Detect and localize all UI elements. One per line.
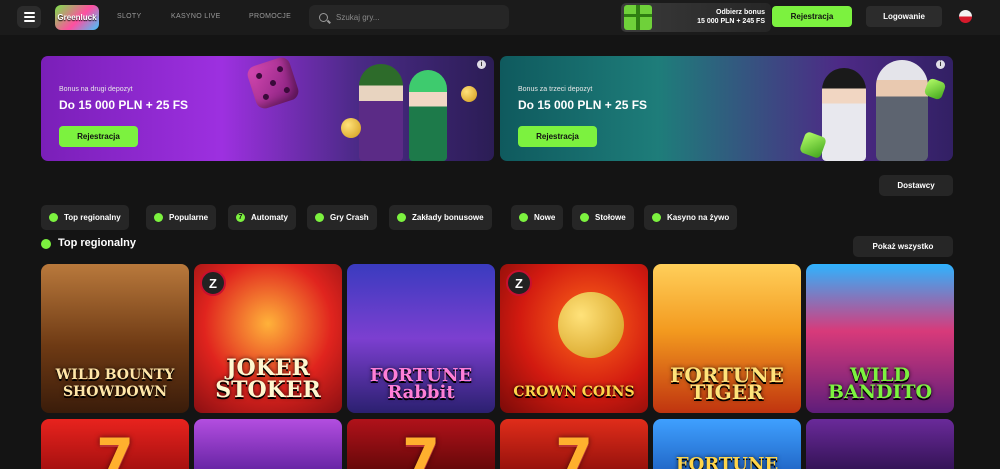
category-label: Stołowe: [595, 213, 626, 222]
bonus-offer-line1: Odbierz bonus: [716, 9, 765, 16]
category-label: Popularne: [169, 213, 209, 222]
banner-title: Do 15 000 PLN + 25 FS: [518, 98, 648, 112]
section-title: Top regionalny: [58, 237, 137, 249]
game-title: WILD BANDITO: [827, 364, 933, 403]
search-icon: [319, 12, 328, 22]
category-chip-nowe[interactable]: Nowe: [511, 205, 564, 230]
poland-flag-icon[interactable]: [959, 10, 972, 23]
fire-icon: [154, 213, 163, 222]
category-label: Zakłady bonusowe: [412, 213, 484, 222]
show-all-button[interactable]: Pokaż wszystko: [853, 236, 953, 257]
game-tile-joker-stoker[interactable]: Z JOKER STOKER: [194, 264, 342, 413]
nav-link-promocje[interactable]: PROMOCJE: [249, 13, 291, 20]
crash-icon: [315, 213, 324, 222]
game-tile-fortune-rabbit[interactable]: FORTUNE Rabbit: [347, 264, 495, 413]
game-tile-wild-bounty-showdown[interactable]: WILD BOUNTY SHOWDOWN: [41, 264, 189, 413]
game-title: WILD BOUNTY SHOWDOWN: [55, 367, 175, 400]
search-box[interactable]: [309, 5, 509, 29]
category-label: Automaty: [251, 213, 288, 222]
female-hero-character-image: [822, 68, 866, 161]
nav-link-sloty[interactable]: SLOTY: [117, 13, 141, 20]
category-label: Kasyno na żywo: [667, 213, 730, 222]
category-chip-zaklady-bonusowe[interactable]: Zakłady bonusowe: [389, 205, 492, 230]
game-tile-seven-slot-3[interactable]: 7: [500, 419, 648, 469]
joker-character-image: [359, 64, 403, 161]
register-button[interactable]: Rejestracja: [772, 6, 852, 27]
category-chip-gry-crash[interactable]: Gry Crash: [307, 205, 377, 230]
promo-banner-second-deposit[interactable]: i Bonus na drugi depozyt Do 15 000 PLN +…: [41, 56, 494, 161]
promo-banner-third-deposit[interactable]: i Bonus za trzeci depozyt Do 15 000 PLN …: [500, 56, 953, 161]
game-tile-seven-slot-1[interactable]: 7: [41, 419, 189, 469]
bonus-icon: [397, 213, 406, 222]
category-chip-automaty[interactable]: 7 Automaty: [228, 205, 296, 230]
category-chip-kasyno-na-zywo[interactable]: Kasyno na żywo: [644, 205, 738, 230]
providers-button[interactable]: Dostawcy: [879, 175, 953, 196]
game-tile-fiesta-slot[interactable]: [806, 419, 954, 469]
game-tile-seven-slot-2[interactable]: 7: [347, 419, 495, 469]
casino-logo[interactable]: Greenluck: [55, 5, 99, 30]
search-input[interactable]: [336, 12, 496, 22]
game-tile-dragon-slot[interactable]: [194, 419, 342, 469]
bonus-offer-text: Odbierz bonus 15 000 PLN + 245 FS: [697, 8, 765, 26]
category-label: Gry Crash: [330, 213, 369, 222]
game-title: FORTUNE: [675, 454, 779, 469]
game-tile-crown-coins[interactable]: Z CROWN COINS: [500, 264, 648, 413]
live-icon: [652, 213, 661, 222]
banner-title: Do 15 000 PLN + 25 FS: [59, 98, 189, 112]
globe-icon: [49, 213, 58, 222]
table-icon: [580, 213, 589, 222]
coin-icon: [341, 118, 361, 138]
game-title: FORTUNE Rabbit: [369, 365, 473, 403]
category-chip-popularne[interactable]: Popularne: [146, 205, 217, 230]
seven-symbol-icon: 7: [402, 427, 440, 469]
category-chip-top-regionalny[interactable]: Top regionalny: [41, 205, 129, 230]
bonus-offer-line2: 15 000 PLN + 245 FS: [697, 18, 765, 25]
game-tile-fortune[interactable]: FORTUNE: [653, 419, 801, 469]
seven-icon: 7: [236, 213, 245, 222]
banner-subtitle: Bonus za trzeci depozyt: [518, 86, 593, 93]
game-tile-fortune-tiger[interactable]: FORTUNE TIGER: [653, 264, 801, 413]
game-title: JOKER STOKER: [215, 355, 321, 403]
gift-icon: [624, 5, 652, 30]
category-label: Top regionalny: [64, 213, 121, 222]
nav-link-kasyno-live[interactable]: KASYNO LIVE: [171, 13, 221, 20]
game-tile-wild-bandito[interactable]: WILD BANDITO: [806, 264, 954, 413]
male-hero-character-image: [876, 60, 928, 161]
coin-icon: [461, 86, 477, 102]
category-chip-stolowe[interactable]: Stołowe: [572, 205, 634, 230]
globe-icon: [41, 239, 51, 249]
login-button[interactable]: Logowanie: [866, 6, 942, 27]
hamburger-menu-icon[interactable]: [17, 6, 41, 28]
banner-register-button[interactable]: Rejestracja: [518, 126, 597, 147]
banner-subtitle: Bonus na drugi depozyt: [59, 86, 133, 93]
provider-badge-icon: Z: [200, 270, 226, 296]
dice-icon: [245, 56, 301, 111]
info-icon[interactable]: i: [936, 60, 945, 69]
seven-symbol-icon: 7: [555, 427, 593, 469]
info-icon[interactable]: i: [477, 60, 486, 69]
seven-symbol-icon: 7: [96, 427, 134, 469]
harley-character-image: [409, 70, 447, 161]
star-icon: [519, 213, 528, 222]
provider-badge-icon: Z: [506, 270, 532, 296]
category-label: Nowe: [534, 213, 556, 222]
banner-register-button[interactable]: Rejestracja: [59, 126, 138, 147]
gold-coin-image: [558, 292, 624, 358]
game-title: FORTUNE TIGER: [670, 363, 784, 404]
bonus-offer-box[interactable]: Odbierz bonus 15 000 PLN + 245 FS: [621, 3, 771, 32]
game-title: CROWN COINS: [513, 384, 635, 400]
top-navigation-bar: Greenluck SLOTY KASYNO LIVE PROMOCJE Odb…: [0, 0, 1000, 35]
